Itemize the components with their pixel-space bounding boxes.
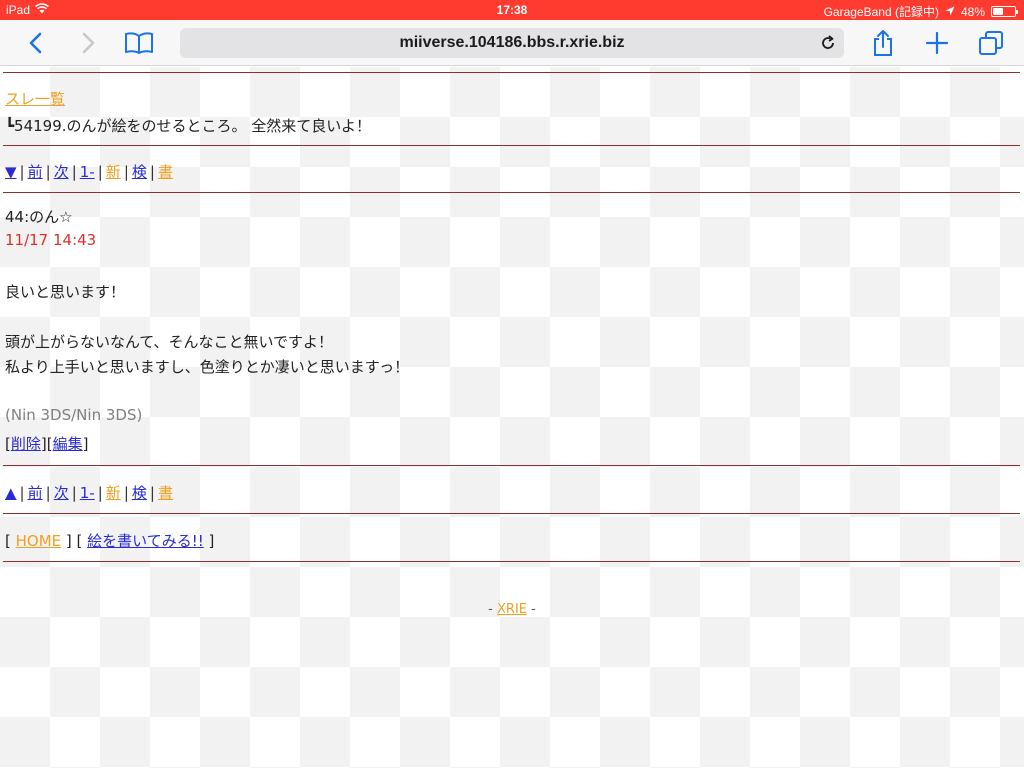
post-body-line: 良いと思います！ xyxy=(5,283,126,301)
thread-title: ┗54199.のんが絵をのせるところ。 全然来て良いよ！ xyxy=(5,117,371,135)
chevron-left-icon xyxy=(29,32,42,54)
bookmarks-button[interactable] xyxy=(124,28,154,58)
next-link[interactable]: 次 xyxy=(54,484,69,502)
edit-link[interactable]: 編集 xyxy=(53,435,83,453)
book-icon xyxy=(125,32,153,54)
back-button[interactable] xyxy=(20,28,50,58)
search-link[interactable]: 検 xyxy=(132,484,147,502)
recording-app-label: GarageBand (記録中) xyxy=(823,5,939,19)
post-body-line: 私より上手いと思いますし、色塗りとか凄いと思いますっ！ xyxy=(5,358,410,376)
post-author: 44:のん☆ xyxy=(5,208,73,226)
forward-button[interactable] xyxy=(74,28,104,58)
reload-icon xyxy=(822,35,834,49)
battery-icon xyxy=(991,6,1018,17)
delete-link[interactable]: 削除 xyxy=(11,435,41,453)
jump-down-link[interactable]: ▼ xyxy=(5,163,17,181)
share-icon xyxy=(874,30,892,56)
home-link[interactable]: HOME xyxy=(16,532,62,550)
nav-bar-bottom: ▲ | 前 | 次 | 1- | 新 | 検 | 書 xyxy=(5,484,173,502)
chevron-right-icon xyxy=(82,32,95,54)
credit-line: - XRIE - xyxy=(488,602,536,617)
post-actions: [削除][編集] xyxy=(5,435,89,453)
draw-link[interactable]: 絵を書いてみる!! xyxy=(87,532,204,550)
tabs-icon xyxy=(979,31,1003,55)
post-device: (Nin 3DS/Nin 3DS) xyxy=(5,406,143,424)
address-bar[interactable]: miiverse.104186.bbs.r.xrie.biz xyxy=(180,28,844,58)
first-link[interactable]: 1- xyxy=(80,163,95,181)
post-timestamp: 11/17 14:43 xyxy=(5,231,97,249)
tabs-button[interactable] xyxy=(976,28,1006,58)
thread-list-link[interactable]: スレ一覧 xyxy=(5,90,65,108)
write-link[interactable]: 書 xyxy=(158,484,173,502)
url-text: miiverse.104186.bbs.r.xrie.biz xyxy=(399,34,625,51)
new-link[interactable]: 新 xyxy=(106,163,121,181)
jump-up-link[interactable]: ▲ xyxy=(5,484,17,502)
divider xyxy=(3,145,1020,146)
next-link[interactable]: 次 xyxy=(54,163,69,181)
thread-list-row: スレ一覧 xyxy=(5,88,65,109)
reload-button[interactable] xyxy=(818,33,838,53)
prev-link[interactable]: 前 xyxy=(28,163,43,181)
divider xyxy=(3,465,1020,466)
location-arrow-icon xyxy=(945,5,955,19)
new-link[interactable]: 新 xyxy=(106,484,121,502)
xrie-link[interactable]: XRIE xyxy=(497,602,527,617)
share-button[interactable] xyxy=(868,28,898,58)
battery-level xyxy=(993,8,1004,15)
prev-link[interactable]: 前 xyxy=(28,484,43,502)
nav-bar-top: ▼ | 前 | 次 | 1- | 新 | 検 | 書 xyxy=(5,163,173,181)
divider xyxy=(3,72,1020,73)
write-link[interactable]: 書 xyxy=(158,163,173,181)
new-tab-button[interactable] xyxy=(922,28,952,58)
page-content: スレ一覧 ┗54199.のんが絵をのせるところ。 全然来て良いよ！ ▼ | 前 | 次 |… xyxy=(0,67,1024,768)
status-right: GarageBand (記録中) 48% xyxy=(823,3,1018,20)
browser-toolbar: miiverse.104186.bbs.r.xrie.biz xyxy=(0,20,1024,66)
footer-links: [ HOME ] [ 絵を書いてみる!! ] xyxy=(5,532,215,550)
post-body-line: 頭が上がらないなんて、そんなこと無いですよ！ xyxy=(5,333,334,351)
divider xyxy=(3,513,1020,514)
divider xyxy=(3,561,1020,562)
battery-tip xyxy=(1016,10,1018,14)
first-link[interactable]: 1- xyxy=(80,484,95,502)
battery-percent: 48% xyxy=(960,4,985,19)
search-link[interactable]: 検 xyxy=(132,163,147,181)
status-bar: iPad 17:38 GarageBand (記録中) 48% xyxy=(0,0,1024,20)
divider xyxy=(3,192,1020,193)
plus-icon xyxy=(925,31,949,55)
